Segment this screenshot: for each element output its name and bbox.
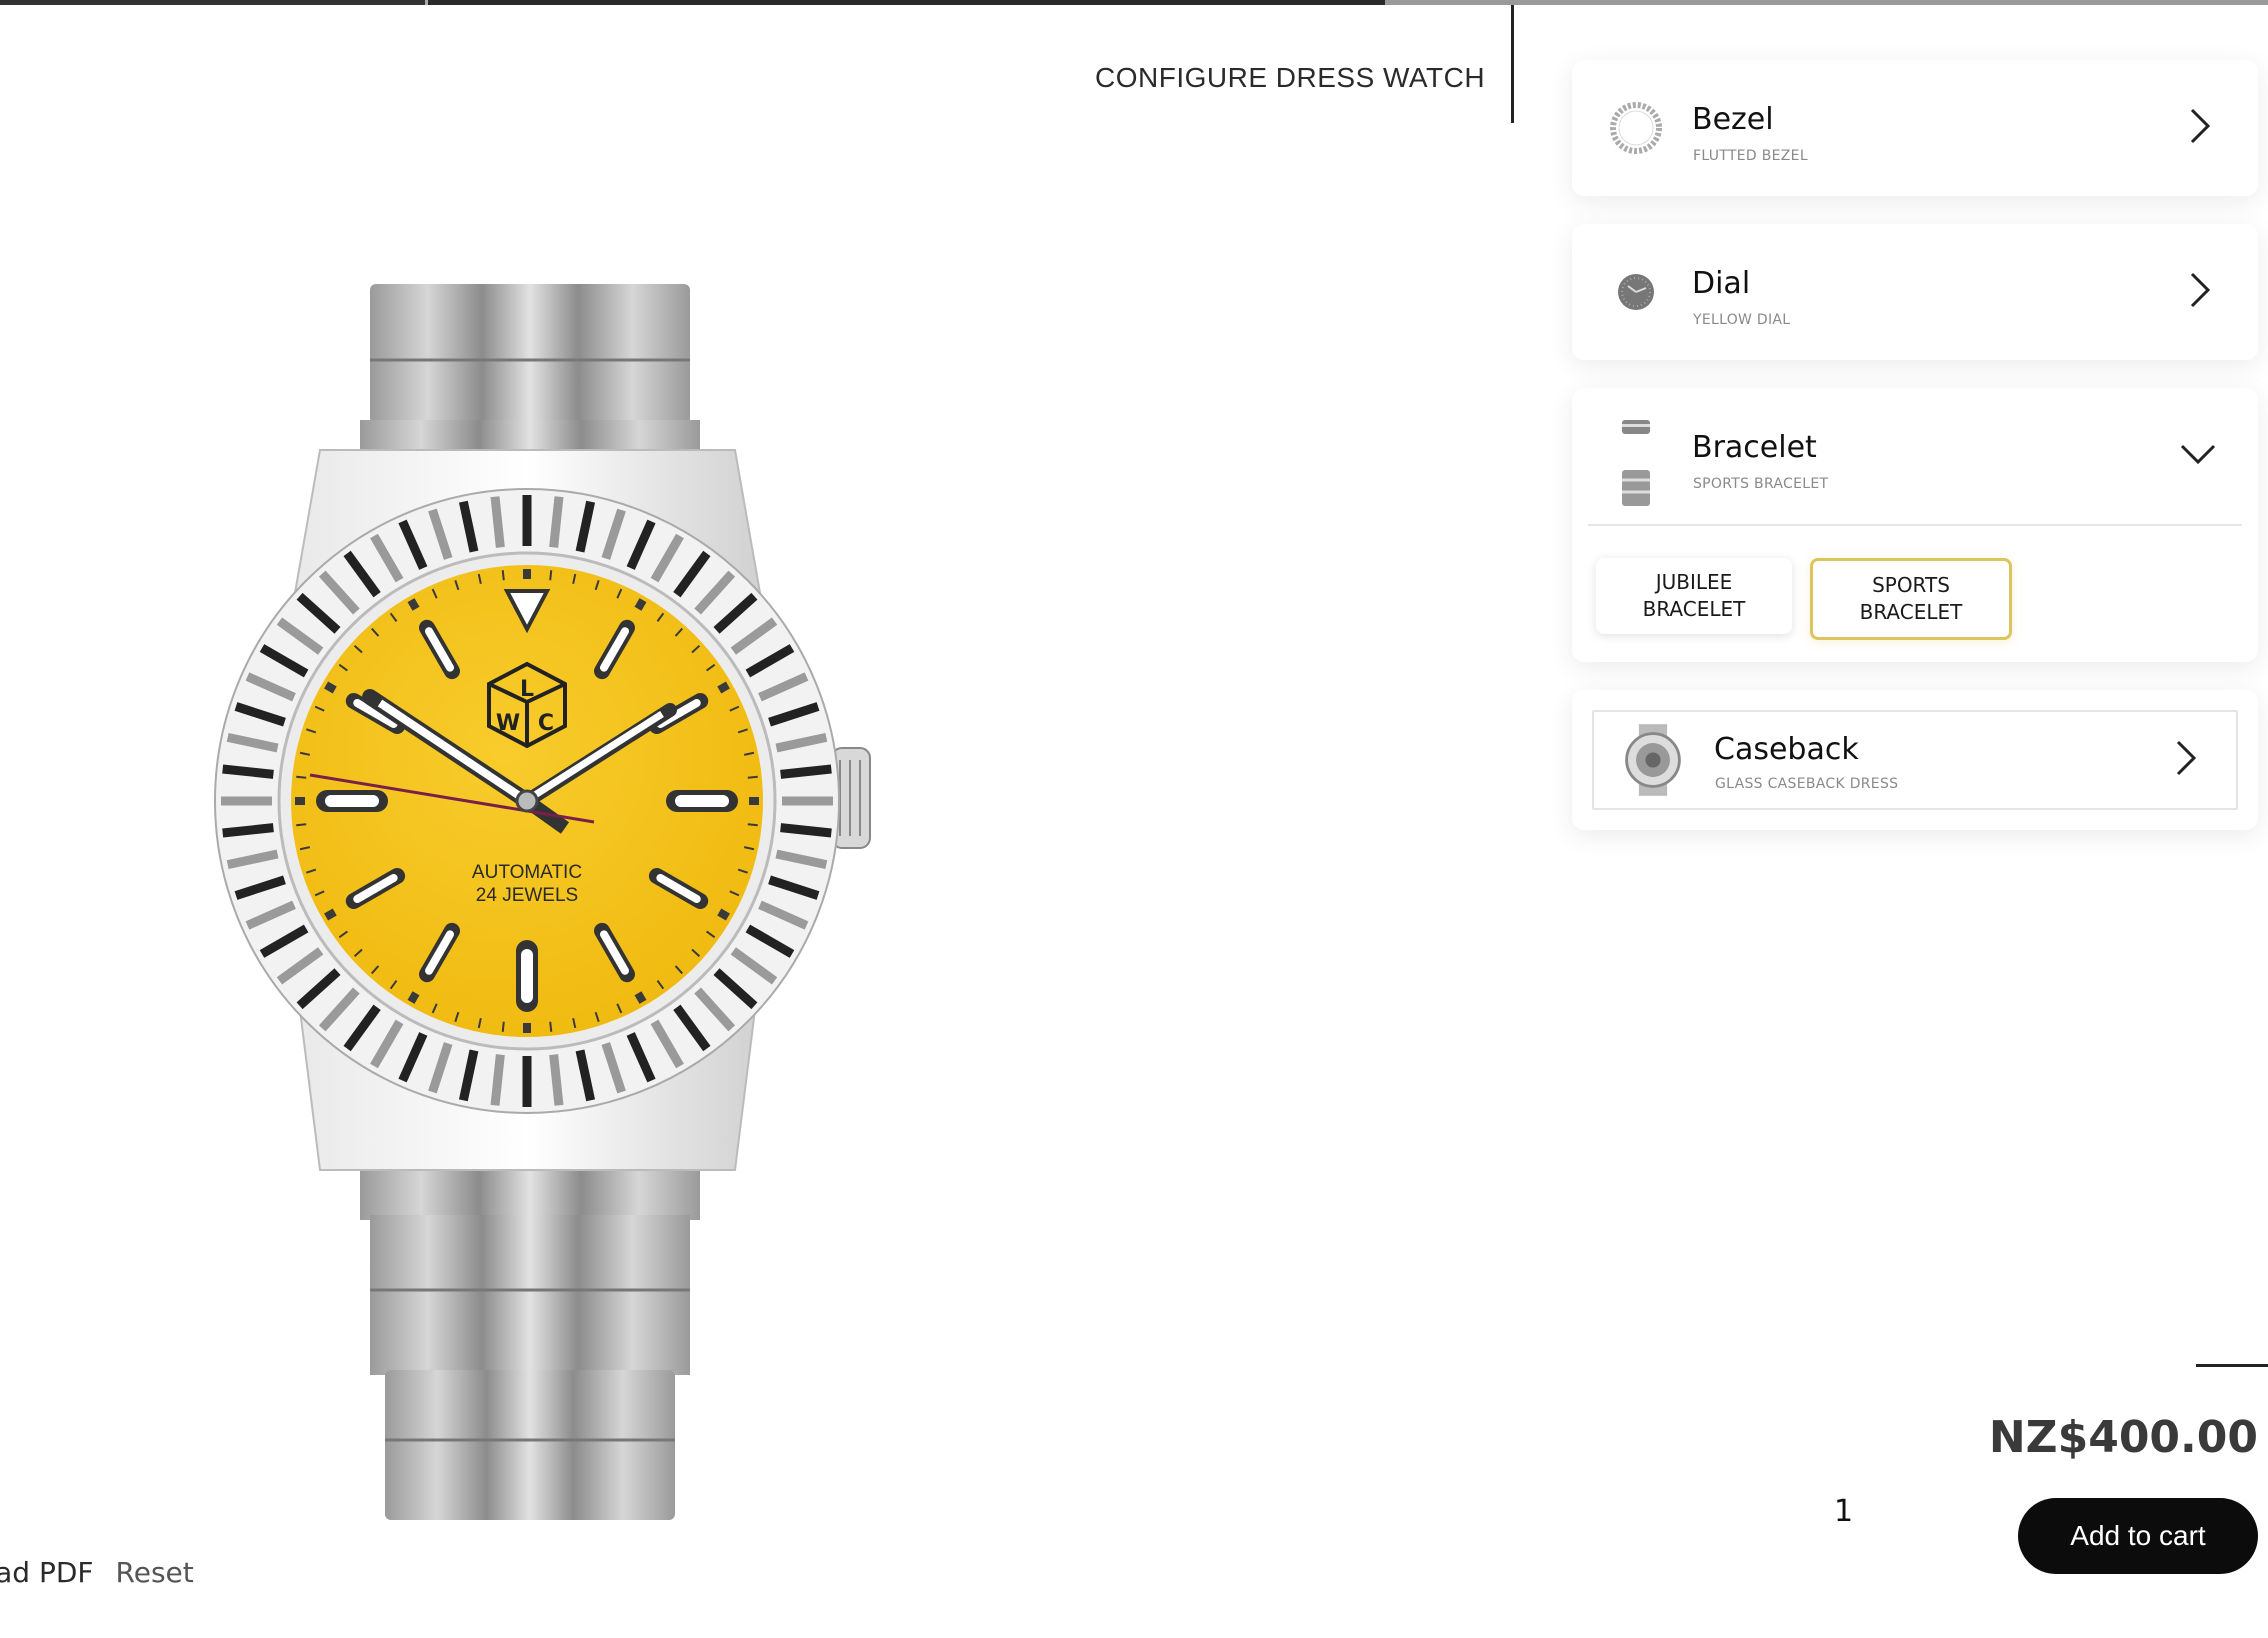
bezel-icon xyxy=(1610,102,1662,154)
logo-letter-c: C xyxy=(538,711,554,736)
add-to-cart-button[interactable]: Add to cart xyxy=(2018,1498,2258,1574)
bracelet-selected: SPORTS BRACELET xyxy=(1693,476,1829,492)
sports-line2: BRACELET xyxy=(1859,600,1963,624)
jubilee-bracelet-button[interactable]: JUBILEE BRACELET xyxy=(1596,558,1792,634)
bracelet-icon xyxy=(1622,420,1650,506)
chevron-right-icon[interactable] xyxy=(2176,104,2220,148)
option-card-bezel[interactable]: Bezel FLUTTED BEZEL xyxy=(1572,60,2258,196)
top-progress-bar xyxy=(0,0,2268,5)
watch-image: L W C AUTOMATIC 24 JEWELS xyxy=(214,284,871,1520)
quantity-value[interactable]: 1 xyxy=(1834,1494,1853,1529)
option-card-bracelet[interactable]: Bracelet SPORTS BRACELET JUBILEE BRACELET… xyxy=(1572,388,2258,662)
dial-text-jewels: 24 JEWELS xyxy=(476,885,578,906)
dial-text-automatic: AUTOMATIC xyxy=(472,862,582,883)
chevron-down-icon[interactable] xyxy=(2176,432,2220,476)
chevron-right-icon[interactable] xyxy=(2162,736,2206,780)
option-card-caseback[interactable]: Caseback GLASS CASEBACK DRESS xyxy=(1572,690,2258,830)
bezel-title: Bezel xyxy=(1692,102,1774,137)
caseback-row[interactable]: Caseback GLASS CASEBACK DRESS xyxy=(1592,710,2238,810)
bracelet-divider xyxy=(1588,524,2242,526)
bottom-links: oad PDF Reset xyxy=(0,1556,216,1589)
caseback-title: Caseback xyxy=(1714,732,1859,767)
logo-letter-l: L xyxy=(520,677,534,702)
jubilee-line1: JUBILEE xyxy=(1655,570,1733,594)
vertical-divider xyxy=(1511,5,1514,123)
dial-icon xyxy=(1618,274,1654,310)
sports-bracelet-button[interactable]: SPORTS BRACELET xyxy=(1810,558,2012,640)
jubilee-line2: BRACELET xyxy=(1642,597,1746,621)
caseback-icon xyxy=(1625,724,1681,796)
option-card-dial[interactable]: Dial YELLOW DIAL xyxy=(1572,224,2258,360)
caseback-selected: GLASS CASEBACK DRESS xyxy=(1715,776,1899,792)
bezel-selected: FLUTTED BEZEL xyxy=(1693,148,1808,164)
page-title: CONFIGURE DRESS WATCH xyxy=(1095,62,1486,93)
download-pdf-link[interactable]: oad PDF xyxy=(0,1556,94,1589)
logo-letter-w: W xyxy=(496,711,520,736)
bracelet-title: Bracelet xyxy=(1692,430,1817,465)
dial-title: Dial xyxy=(1692,266,1751,301)
reset-link[interactable]: Reset xyxy=(116,1556,194,1589)
dial-selected: YELLOW DIAL xyxy=(1693,312,1791,328)
price-divider xyxy=(2196,1364,2268,1367)
watch-preview: L W C AUTOMATIC 24 JEWELS xyxy=(190,270,910,1530)
price: NZ$400.00 xyxy=(1988,1412,2258,1463)
chevron-right-icon[interactable] xyxy=(2176,268,2220,312)
sports-line1: SPORTS xyxy=(1872,573,1950,597)
